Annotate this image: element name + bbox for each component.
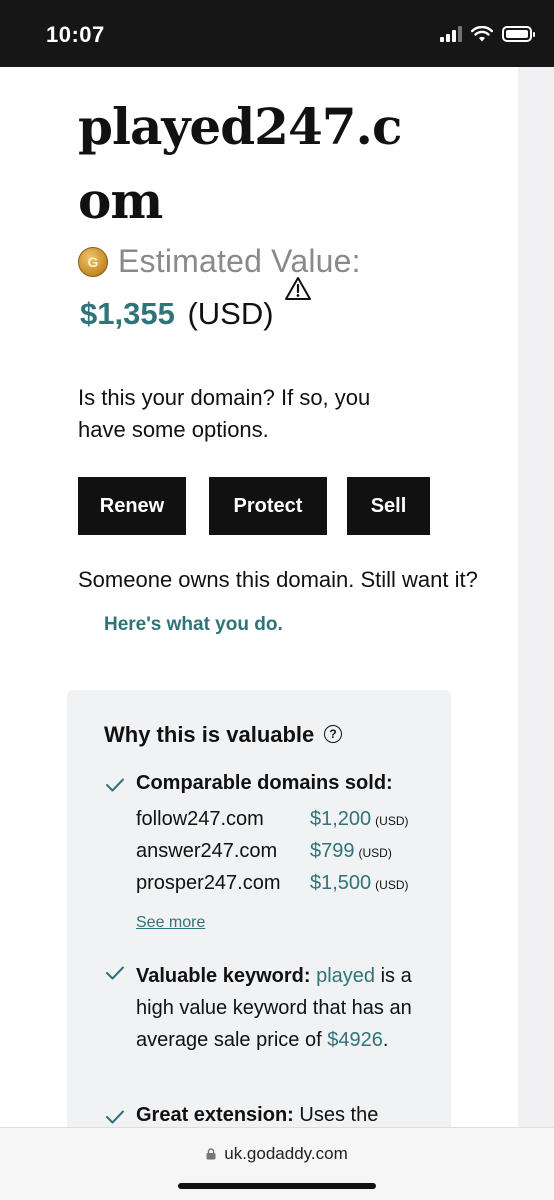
comparable-price: $799 (USD): [310, 840, 392, 862]
heres-what-you-do-link[interactable]: Here's what you do.: [104, 614, 283, 635]
price-currency: (USD): [187, 296, 274, 331]
help-icon[interactable]: ?: [324, 725, 342, 743]
comparable-domain: answer247.com: [136, 840, 278, 862]
url-display[interactable]: uk.godaddy.com: [0, 1144, 554, 1164]
comparable-label: Comparable domains sold:: [136, 772, 393, 794]
see-more-link[interactable]: See more: [136, 914, 205, 932]
status-time: 10:07: [46, 22, 105, 47]
owned-notice: Someone owns this domain. Still want it?…: [78, 558, 508, 646]
status-icons: [440, 26, 535, 42]
warning-icon[interactable]: [284, 276, 312, 302]
keyword-link[interactable]: played: [316, 965, 375, 987]
browser-url-bar: uk.godaddy.com: [0, 1127, 554, 1200]
price-value: $1,355: [80, 296, 175, 331]
check-icon: [106, 778, 124, 792]
great-extension-text: Great extension: Uses the: [136, 1104, 379, 1126]
battery-icon: [502, 26, 535, 42]
comparable-price: $1,500 (USD): [310, 872, 409, 894]
comparable-domain: follow247.com: [136, 808, 264, 830]
protect-button[interactable]: Protect: [209, 477, 327, 535]
estimated-price: $1,355 (USD): [80, 296, 274, 332]
comparable-domain: prosper247.com: [136, 872, 281, 894]
estimated-value-row: G Estimated Value:: [78, 243, 361, 280]
url-text: uk.godaddy.com: [224, 1144, 348, 1163]
owned-notice-text: Someone owns this domain. Still want it?: [78, 567, 478, 592]
status-bar: 10:07: [0, 0, 554, 67]
estimated-value-label: Estimated Value:: [118, 243, 361, 279]
wifi-icon: [471, 26, 493, 42]
sell-button[interactable]: Sell: [347, 477, 430, 535]
domain-title: played247.com: [78, 97, 402, 230]
valuable-card: Why this is valuable ? Comparable domain…: [67, 690, 451, 1170]
scroll-track: [518, 67, 554, 1127]
owner-options-text: Is this your domain? If so, you have som…: [78, 385, 371, 442]
card-title: Why this is valuable: [104, 722, 315, 747]
cellular-signal-icon: [440, 26, 462, 42]
comparable-price: $1,200 (USD): [310, 808, 409, 830]
check-icon: [106, 1110, 124, 1124]
renew-button[interactable]: Renew: [78, 477, 186, 535]
home-indicator[interactable]: [178, 1183, 376, 1189]
keyword-price: $4926: [327, 1029, 383, 1051]
lock-icon: [206, 1148, 216, 1160]
check-icon: [106, 966, 124, 980]
valuable-keyword-text: Valuable keyword: played is a high value…: [136, 965, 412, 1051]
godaddy-coin-icon: G: [78, 246, 108, 277]
